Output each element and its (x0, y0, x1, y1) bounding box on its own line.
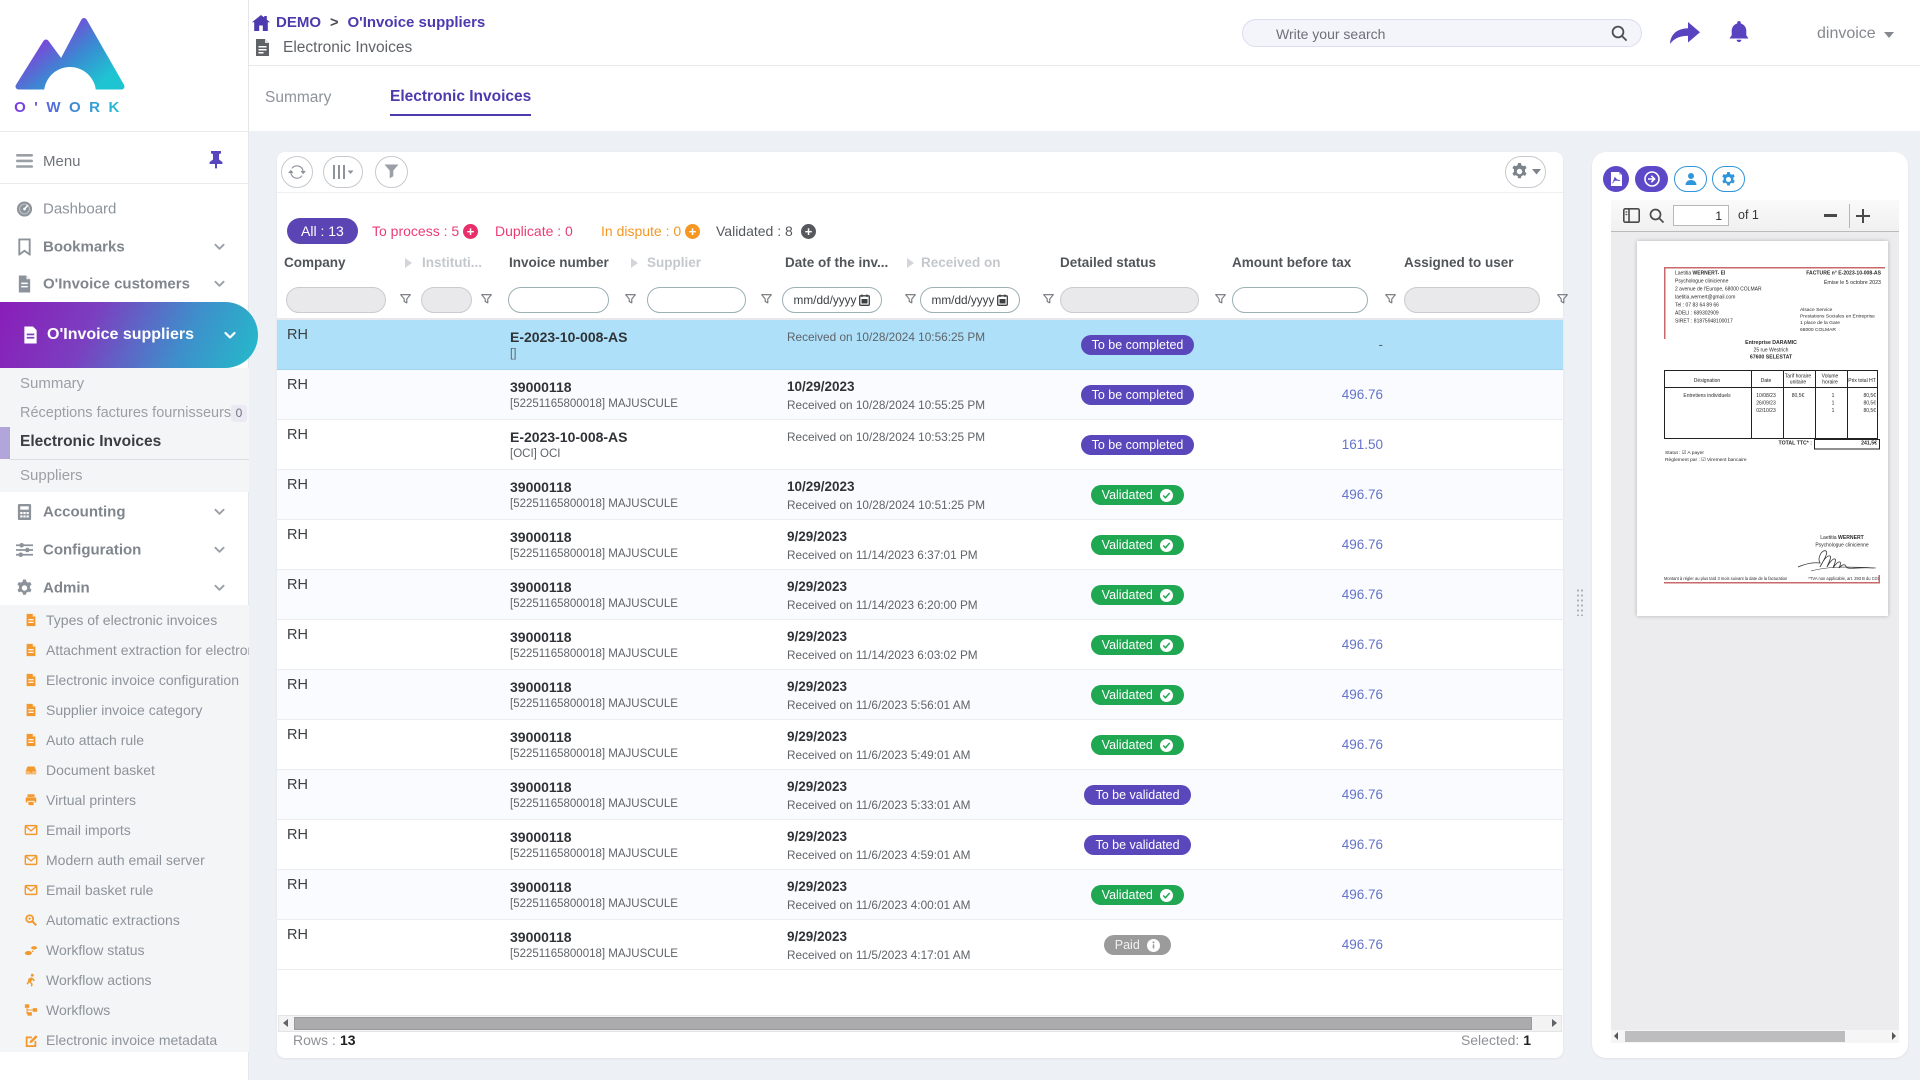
svg-text:O'WORK: O'WORK (14, 99, 128, 116)
